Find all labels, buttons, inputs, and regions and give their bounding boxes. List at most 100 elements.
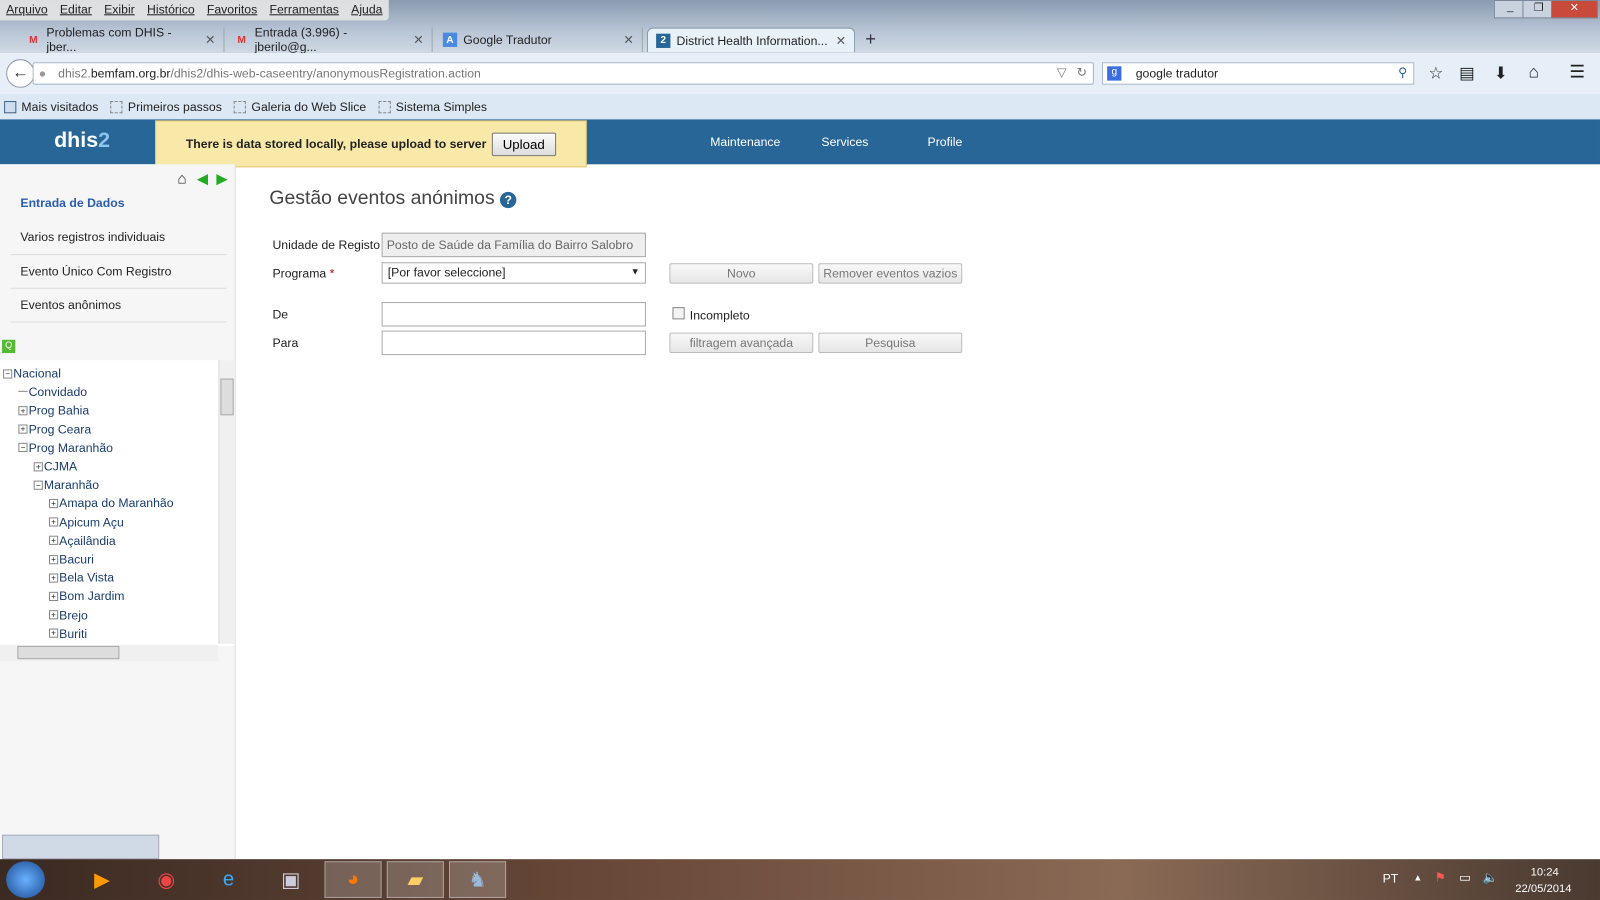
tree-node[interactable]: + Apicum Açu (48, 515, 124, 529)
sidebar-item-varios[interactable]: Varios registros individuais (20, 230, 165, 244)
tree-node[interactable]: + Brejo (48, 608, 88, 622)
nav-maintenance[interactable]: Maintenance (710, 135, 780, 149)
explorer-icon[interactable]: ▰ (386, 861, 444, 898)
tray-expand-icon[interactable]: ▲ (1413, 872, 1422, 882)
arrow-right-icon[interactable]: ▶ (216, 170, 227, 187)
volume-icon[interactable]: 🔈 (1483, 870, 1498, 884)
download-icon[interactable]: ⬇ (1494, 63, 1508, 83)
bookmarks-list-icon[interactable]: ▤ (1459, 63, 1474, 83)
media-player-icon[interactable]: ▶ (73, 861, 130, 898)
tree-node-label[interactable]: Brejo (59, 608, 88, 622)
programa-select[interactable]: [Por favor seleccione] ▼ (381, 262, 646, 284)
menu-exibir[interactable]: Exibir (104, 2, 135, 18)
menu-ajuda[interactable]: Ajuda (351, 2, 382, 18)
help-icon[interactable]: ? (500, 191, 517, 209)
remote-desktop-icon[interactable]: ▣ (262, 861, 319, 898)
expand-icon[interactable]: + (48, 554, 59, 564)
search-orgunit-icon[interactable]: Q (2, 339, 16, 354)
close-tab-icon[interactable]: ✕ (413, 33, 423, 47)
bookmark-star-icon[interactable]: ☆ (1429, 63, 1444, 83)
arrow-left-icon[interactable]: ◀ (197, 170, 208, 187)
expand-icon[interactable]: + (48, 498, 59, 509)
tree-node[interactable]: − Prog Maranhão (18, 441, 113, 455)
ie-icon[interactable]: e (200, 861, 257, 898)
tree-node-label[interactable]: Nacional (13, 366, 61, 380)
tree-node-label[interactable]: Bela Vista (59, 571, 114, 585)
tree-node-label[interactable]: Buriti (59, 626, 87, 640)
tree-node-label[interactable]: Convidado (29, 385, 88, 399)
menu-ferramentas[interactable]: Ferramentas (269, 2, 338, 18)
scroll-thumb[interactable] (220, 378, 234, 416)
bookmark-primeiros-passos[interactable]: Primeiros passos (110, 99, 222, 114)
tree-vertical-scrollbar[interactable] (218, 360, 235, 644)
tree-node[interactable]: + Amapa do Maranhão (48, 496, 174, 511)
tree-node-label[interactable]: Amapa do Maranhão (59, 496, 173, 510)
tree-node[interactable]: + Bacuri (48, 552, 94, 566)
menu-favoritos[interactable]: Favoritos (207, 2, 257, 18)
sidebar-item-evento-unico[interactable]: Evento Único Com Registro (20, 264, 171, 278)
bookmark-sistema-simples[interactable]: Sistema Simples (378, 99, 487, 114)
expand-icon[interactable]: + (33, 461, 43, 471)
novo-button[interactable]: Novo (669, 263, 814, 284)
tree-horizontal-scrollbar[interactable] (0, 644, 219, 662)
tree-node-label[interactable]: Prog Ceara (29, 422, 92, 436)
tree-node-label[interactable]: Maranhão (44, 478, 99, 492)
chrome-icon[interactable]: ◉ (138, 861, 195, 898)
expand-icon[interactable]: + (48, 591, 59, 601)
expand-icon[interactable]: + (18, 424, 28, 434)
upload-button[interactable]: Upload (491, 132, 556, 156)
tree-node[interactable]: + Prog Bahia (18, 403, 89, 418)
tree-node[interactable]: + Buriti (48, 626, 87, 641)
dropdown-icon[interactable]: ▽ (1057, 65, 1066, 79)
tree-node-label[interactable]: CJMA (44, 459, 77, 473)
clock-time[interactable]: 10:24 (1531, 866, 1559, 878)
pesquisa-button[interactable]: Pesquisa (818, 332, 963, 354)
incompleto-checkbox[interactable] (672, 307, 685, 320)
menu-editar[interactable]: Editar (60, 2, 92, 18)
url-bar[interactable]: ● dhis2.bemfam.org.br/dhis2/dhis-web-cas… (32, 62, 1094, 85)
bookmark-galeria[interactable]: Galeria do Web Slice (234, 99, 366, 114)
collapse-icon[interactable]: − (18, 443, 28, 453)
dhis2-logo[interactable]: dhis2 (54, 129, 110, 153)
tree-node[interactable]: + Bela Vista (48, 571, 114, 585)
expand-icon[interactable]: + (48, 610, 59, 620)
tree-node-label[interactable]: Bacuri (59, 552, 94, 566)
close-tab-icon[interactable]: ✕ (836, 33, 846, 47)
start-button[interactable] (6, 861, 45, 898)
tree-node[interactable]: − Nacional (3, 366, 61, 381)
tree-node[interactable]: − Maranhão (33, 478, 99, 492)
sidebar-item-eventos-anonimos[interactable]: Eventos anônimos (20, 298, 121, 312)
remover-eventos-button[interactable]: Remover eventos vazios (818, 263, 963, 284)
search-bar[interactable]: g google tradutor ⚲ (1102, 62, 1415, 85)
collapse-icon[interactable]: − (33, 480, 43, 490)
menu-arquivo[interactable]: Arquivo (6, 2, 48, 18)
menu-historico[interactable]: Histórico (147, 2, 195, 18)
tree-node-label[interactable]: Bom Jardim (59, 589, 124, 603)
tree-node-label[interactable]: Apicum Açu (59, 515, 124, 529)
tab-dhis[interactable]: 2 District Health Information... ✕ (646, 27, 856, 53)
reload-icon[interactable]: ↻ (1076, 65, 1086, 79)
postgres-icon[interactable]: ♞ (448, 861, 507, 898)
tree-node-label[interactable]: Açailândia (59, 533, 116, 547)
tab-problemas[interactable]: M Problemas com DHIS - jber... ✕ (18, 26, 225, 54)
home-icon[interactable]: ⌂ (178, 170, 187, 187)
expand-icon[interactable]: + (48, 536, 59, 546)
home-icon[interactable]: ⌂ (1529, 62, 1539, 82)
tree-node[interactable]: + Açailândia (48, 533, 116, 548)
expand-icon[interactable]: + (18, 406, 28, 416)
para-input[interactable] (381, 330, 646, 356)
clock-date[interactable]: 22/05/2014 (1515, 883, 1571, 895)
close-tab-icon[interactable]: ✕ (205, 33, 215, 47)
de-input[interactable] (381, 302, 646, 327)
language-indicator[interactable]: PT (1383, 871, 1399, 885)
nav-profile[interactable]: Profile (928, 135, 963, 149)
tree-node[interactable]: + CJMA (33, 459, 77, 473)
tree-node-label[interactable]: Prog Maranhão (29, 441, 113, 455)
tab-entrada[interactable]: M Entrada (3.996) - jberilo@g... ✕ (227, 26, 433, 54)
search-icon[interactable]: ⚲ (1398, 65, 1407, 79)
network-icon[interactable]: ▭ (1459, 870, 1471, 884)
collapse-icon[interactable]: − (3, 368, 13, 379)
firefox-icon[interactable]: ◕ (324, 861, 382, 898)
close-tab-icon[interactable]: ✕ (623, 33, 633, 47)
scroll-thumb[interactable] (17, 645, 120, 660)
